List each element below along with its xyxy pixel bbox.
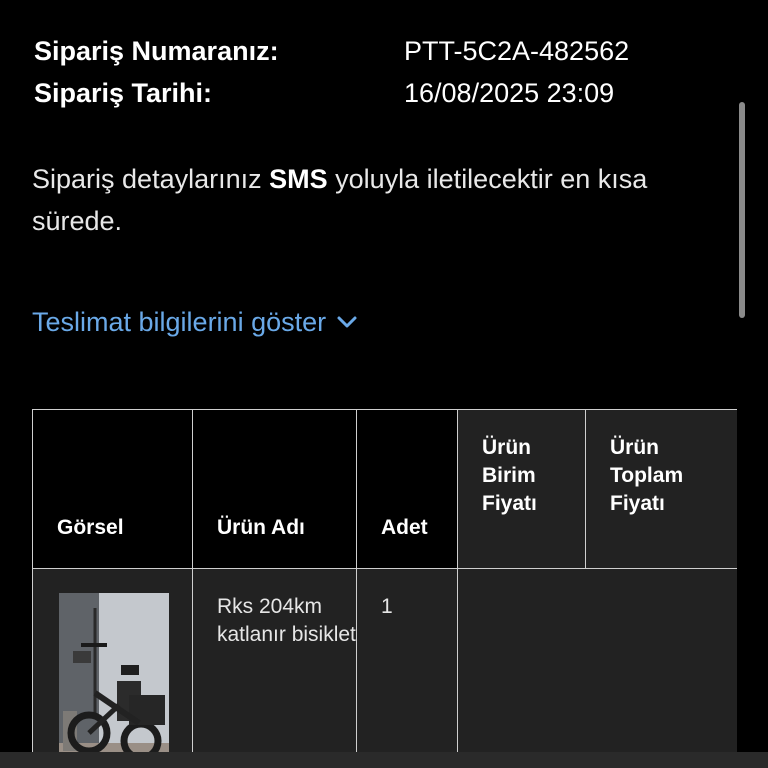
header-quantity: Adet xyxy=(356,409,458,569)
header-unit-price: Ürün Birim Fiyatı xyxy=(457,409,586,569)
order-number-label: Sipariş Numaranız: xyxy=(34,36,279,66)
product-image[interactable] xyxy=(59,593,169,768)
cell-unit-price xyxy=(457,568,586,768)
sms-notice-text-before: Sipariş detaylarınız xyxy=(32,164,270,194)
cell-quantity: 1 xyxy=(356,568,458,768)
sms-notice: Sipariş detaylarınız SMS yoluyla iletile… xyxy=(32,158,732,242)
order-confirmation-page: Sipariş Numaranız: PTT-5C2A-482562 Sipar… xyxy=(0,0,768,768)
bottom-edge-bar xyxy=(0,752,768,768)
header-image: Görsel xyxy=(32,409,193,569)
order-items-table: Görsel Ürün Adı Adet Ürün Birim Fiyatı Ü… xyxy=(32,409,737,768)
show-delivery-info-label: Teslimat bilgilerini göster xyxy=(32,307,327,337)
cell-product-name: Rks 204km katlanır bisiklet xyxy=(192,568,357,768)
order-number-value: PTT-5C2A-482562 xyxy=(404,36,630,66)
show-delivery-info-link[interactable]: Teslimat bilgilerini göster xyxy=(32,302,358,342)
sms-notice-bold: SMS xyxy=(269,164,328,194)
header-product-name: Ürün Adı xyxy=(192,409,357,569)
cell-image xyxy=(32,568,193,768)
table-header-row: Görsel Ürün Adı Adet Ürün Birim Fiyatı Ü… xyxy=(32,409,737,569)
order-date-value: 16/08/2025 23:09 xyxy=(404,78,615,108)
order-date-label: Sipariş Tarihi: xyxy=(34,78,213,108)
header-total-price: Ürün Toplam Fiyatı xyxy=(585,409,737,569)
cell-total-price xyxy=(585,568,737,768)
scrollbar[interactable] xyxy=(739,102,745,318)
chevron-down-icon xyxy=(336,315,358,329)
bicycle-photo-icon xyxy=(59,593,169,768)
table-row: Rks 204km katlanır bisiklet 1 xyxy=(32,568,737,768)
